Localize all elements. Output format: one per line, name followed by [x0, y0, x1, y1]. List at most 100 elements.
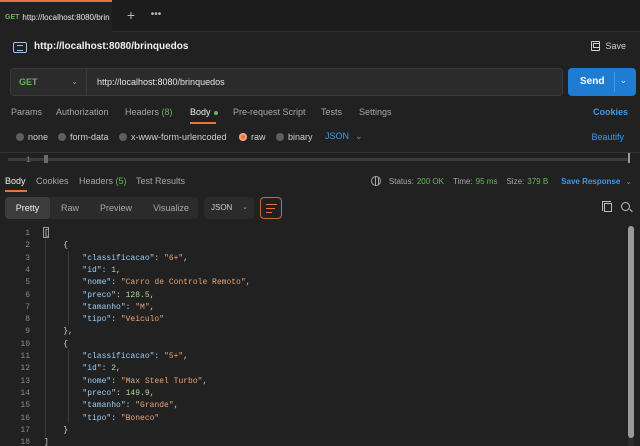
tab-headers-label: Headers	[125, 107, 160, 117]
wrap-lines-button[interactable]	[260, 197, 282, 219]
line-number: 17	[20, 425, 30, 435]
line-number: 11	[20, 352, 30, 361]
code-line: 9 },	[0, 326, 625, 338]
code-line: 5 "nome": "Carro de Controle Remoto",	[0, 277, 625, 289]
wrap-lines-icon-line	[266, 212, 272, 213]
radio-raw[interactable]: raw	[239, 132, 266, 142]
tab-headers[interactable]: Headers (8)	[125, 107, 173, 117]
code-line: 14 "preco": 149.9,	[0, 388, 625, 400]
save-button[interactable]: Save	[591, 41, 626, 51]
code-text: "nome": "Carro de Controle Remoto",	[82, 278, 251, 288]
resp-tab-headers[interactable]: Headers (5)	[79, 176, 127, 186]
line-number: 6	[25, 290, 30, 300]
http-request-icon	[13, 42, 27, 53]
radio-none-label: none	[28, 132, 49, 142]
send-button[interactable]: Send ⌄	[568, 68, 636, 96]
request-body-editor[interactable]: 1	[0, 152, 640, 166]
line-number: 7	[25, 302, 30, 312]
method-select[interactable]: GET ⌄	[11, 69, 87, 95]
radio-urlencoded[interactable]: x-www-form-urlencoded	[119, 132, 227, 142]
indent-guide	[45, 239, 46, 437]
body-format-label: JSON	[325, 131, 350, 141]
indent-guide	[68, 251, 69, 325]
tab-tests[interactable]: Tests	[321, 107, 342, 117]
editor-cursor	[44, 155, 48, 163]
resp-tab-body[interactable]: Body	[5, 176, 26, 186]
url-bar: GET ⌄	[10, 68, 563, 96]
time-value[interactable]: 95 ms	[476, 177, 498, 186]
chevron-down-icon[interactable]: ⌄	[620, 76, 627, 85]
radio-form-data[interactable]: form-data	[58, 132, 109, 142]
code-text: "classificacao": "6+",	[82, 253, 189, 263]
json-value: 128.5	[125, 290, 150, 300]
status-label: Status:	[388, 176, 414, 186]
horizontal-scrollbar[interactable]	[8, 158, 628, 161]
tab-prerequest-script[interactable]: Pre-request Script	[233, 107, 306, 117]
code-line: 12 "id": 2,	[0, 363, 625, 375]
resize-handle[interactable]	[628, 153, 634, 163]
line-number: 16	[20, 413, 30, 423]
send-label: Send	[580, 76, 605, 87]
status-value[interactable]: 200 OK	[417, 177, 444, 186]
radio-binary[interactable]: binary	[276, 132, 313, 142]
json-value: "5+"	[164, 352, 184, 361]
vertical-scrollbar[interactable]	[628, 226, 634, 446]
json-key: "id"	[82, 364, 102, 374]
request-tabs: Params Authorization Headers (8) Body Pr…	[0, 100, 640, 124]
tab-params[interactable]: Params	[11, 107, 42, 117]
code-text: {	[44, 339, 69, 349]
more-options-icon[interactable]: •••	[149, 8, 163, 22]
beautify-link[interactable]: Beautify	[591, 132, 624, 142]
cookies-link[interactable]: Cookies	[593, 107, 628, 117]
radio-circle	[276, 133, 284, 141]
visualize-button[interactable]: Visualize	[145, 197, 197, 219]
line-number: 10	[20, 339, 30, 349]
code-text: "tamanho": "Grande",	[82, 401, 179, 411]
code-line: 17 }	[0, 425, 625, 437]
scrollbar-thumb[interactable]	[628, 226, 634, 438]
size-value[interactable]: 379 B	[527, 177, 548, 186]
chevron-down-icon: ⌄	[355, 131, 363, 141]
body-format-select[interactable]: JSON ⌄	[325, 131, 363, 142]
body-indicator-dot	[213, 110, 218, 115]
save-icon	[591, 41, 601, 51]
raw-button[interactable]: Raw	[52, 197, 88, 219]
json-key: "preco"	[82, 388, 117, 398]
json-value: "M"	[135, 302, 150, 312]
new-tab-plus-icon[interactable]: +	[124, 8, 138, 22]
headers-count: (8)	[161, 107, 173, 117]
method-label: GET	[19, 77, 38, 87]
radio-none[interactable]: none	[16, 132, 48, 142]
code-line: 10 {	[0, 339, 625, 351]
pretty-button[interactable]: Pretty	[5, 197, 50, 219]
response-format-select[interactable]: JSON ⌄	[204, 197, 254, 219]
resp-tab-test-results[interactable]: Test Results	[136, 176, 185, 186]
request-header: http://localhost:8080/brinquedos Save	[0, 32, 640, 64]
json-key: "tipo"	[82, 413, 112, 423]
resp-tab-cookies[interactable]: Cookies	[36, 176, 69, 186]
tab-method: GET	[5, 13, 20, 21]
response-body-editor[interactable]: 1[2 {3 "classificacao": "6+", 4 "id": 1, 5…	[0, 226, 625, 446]
radio-circle	[16, 133, 24, 141]
tab-authorization[interactable]: Authorization	[56, 107, 109, 117]
tab-body-label: Body	[190, 107, 211, 117]
url-input[interactable]	[97, 75, 537, 89]
chevron-down-icon[interactable]: ⌄	[625, 177, 632, 186]
code-text: "id": 1,	[82, 265, 121, 275]
request-name[interactable]: http://localhost:8080/brinquedos	[34, 41, 188, 52]
request-tab[interactable]: GET http://localhost:8080/brin	[0, 0, 112, 32]
code-line: 8 "tipo": "Veiculo"	[0, 314, 625, 326]
globe-icon[interactable]	[370, 176, 381, 186]
save-response-button[interactable]: Save Response	[561, 177, 620, 186]
tab-body[interactable]: Body	[190, 107, 218, 117]
preview-button[interactable]: Preview	[91, 197, 141, 219]
json-value: "Boneco"	[120, 413, 160, 423]
code-line: 3 "classificacao": "6+",	[0, 253, 625, 265]
line-number: 12	[20, 364, 30, 374]
copy-icon[interactable]	[602, 201, 612, 212]
view-mode-segment: Pretty Raw Preview Visualize	[5, 197, 198, 219]
line-number: 13	[20, 376, 30, 386]
search-icon[interactable]	[621, 202, 630, 211]
tab-settings[interactable]: Settings	[359, 107, 392, 117]
code-text: }	[44, 425, 69, 435]
